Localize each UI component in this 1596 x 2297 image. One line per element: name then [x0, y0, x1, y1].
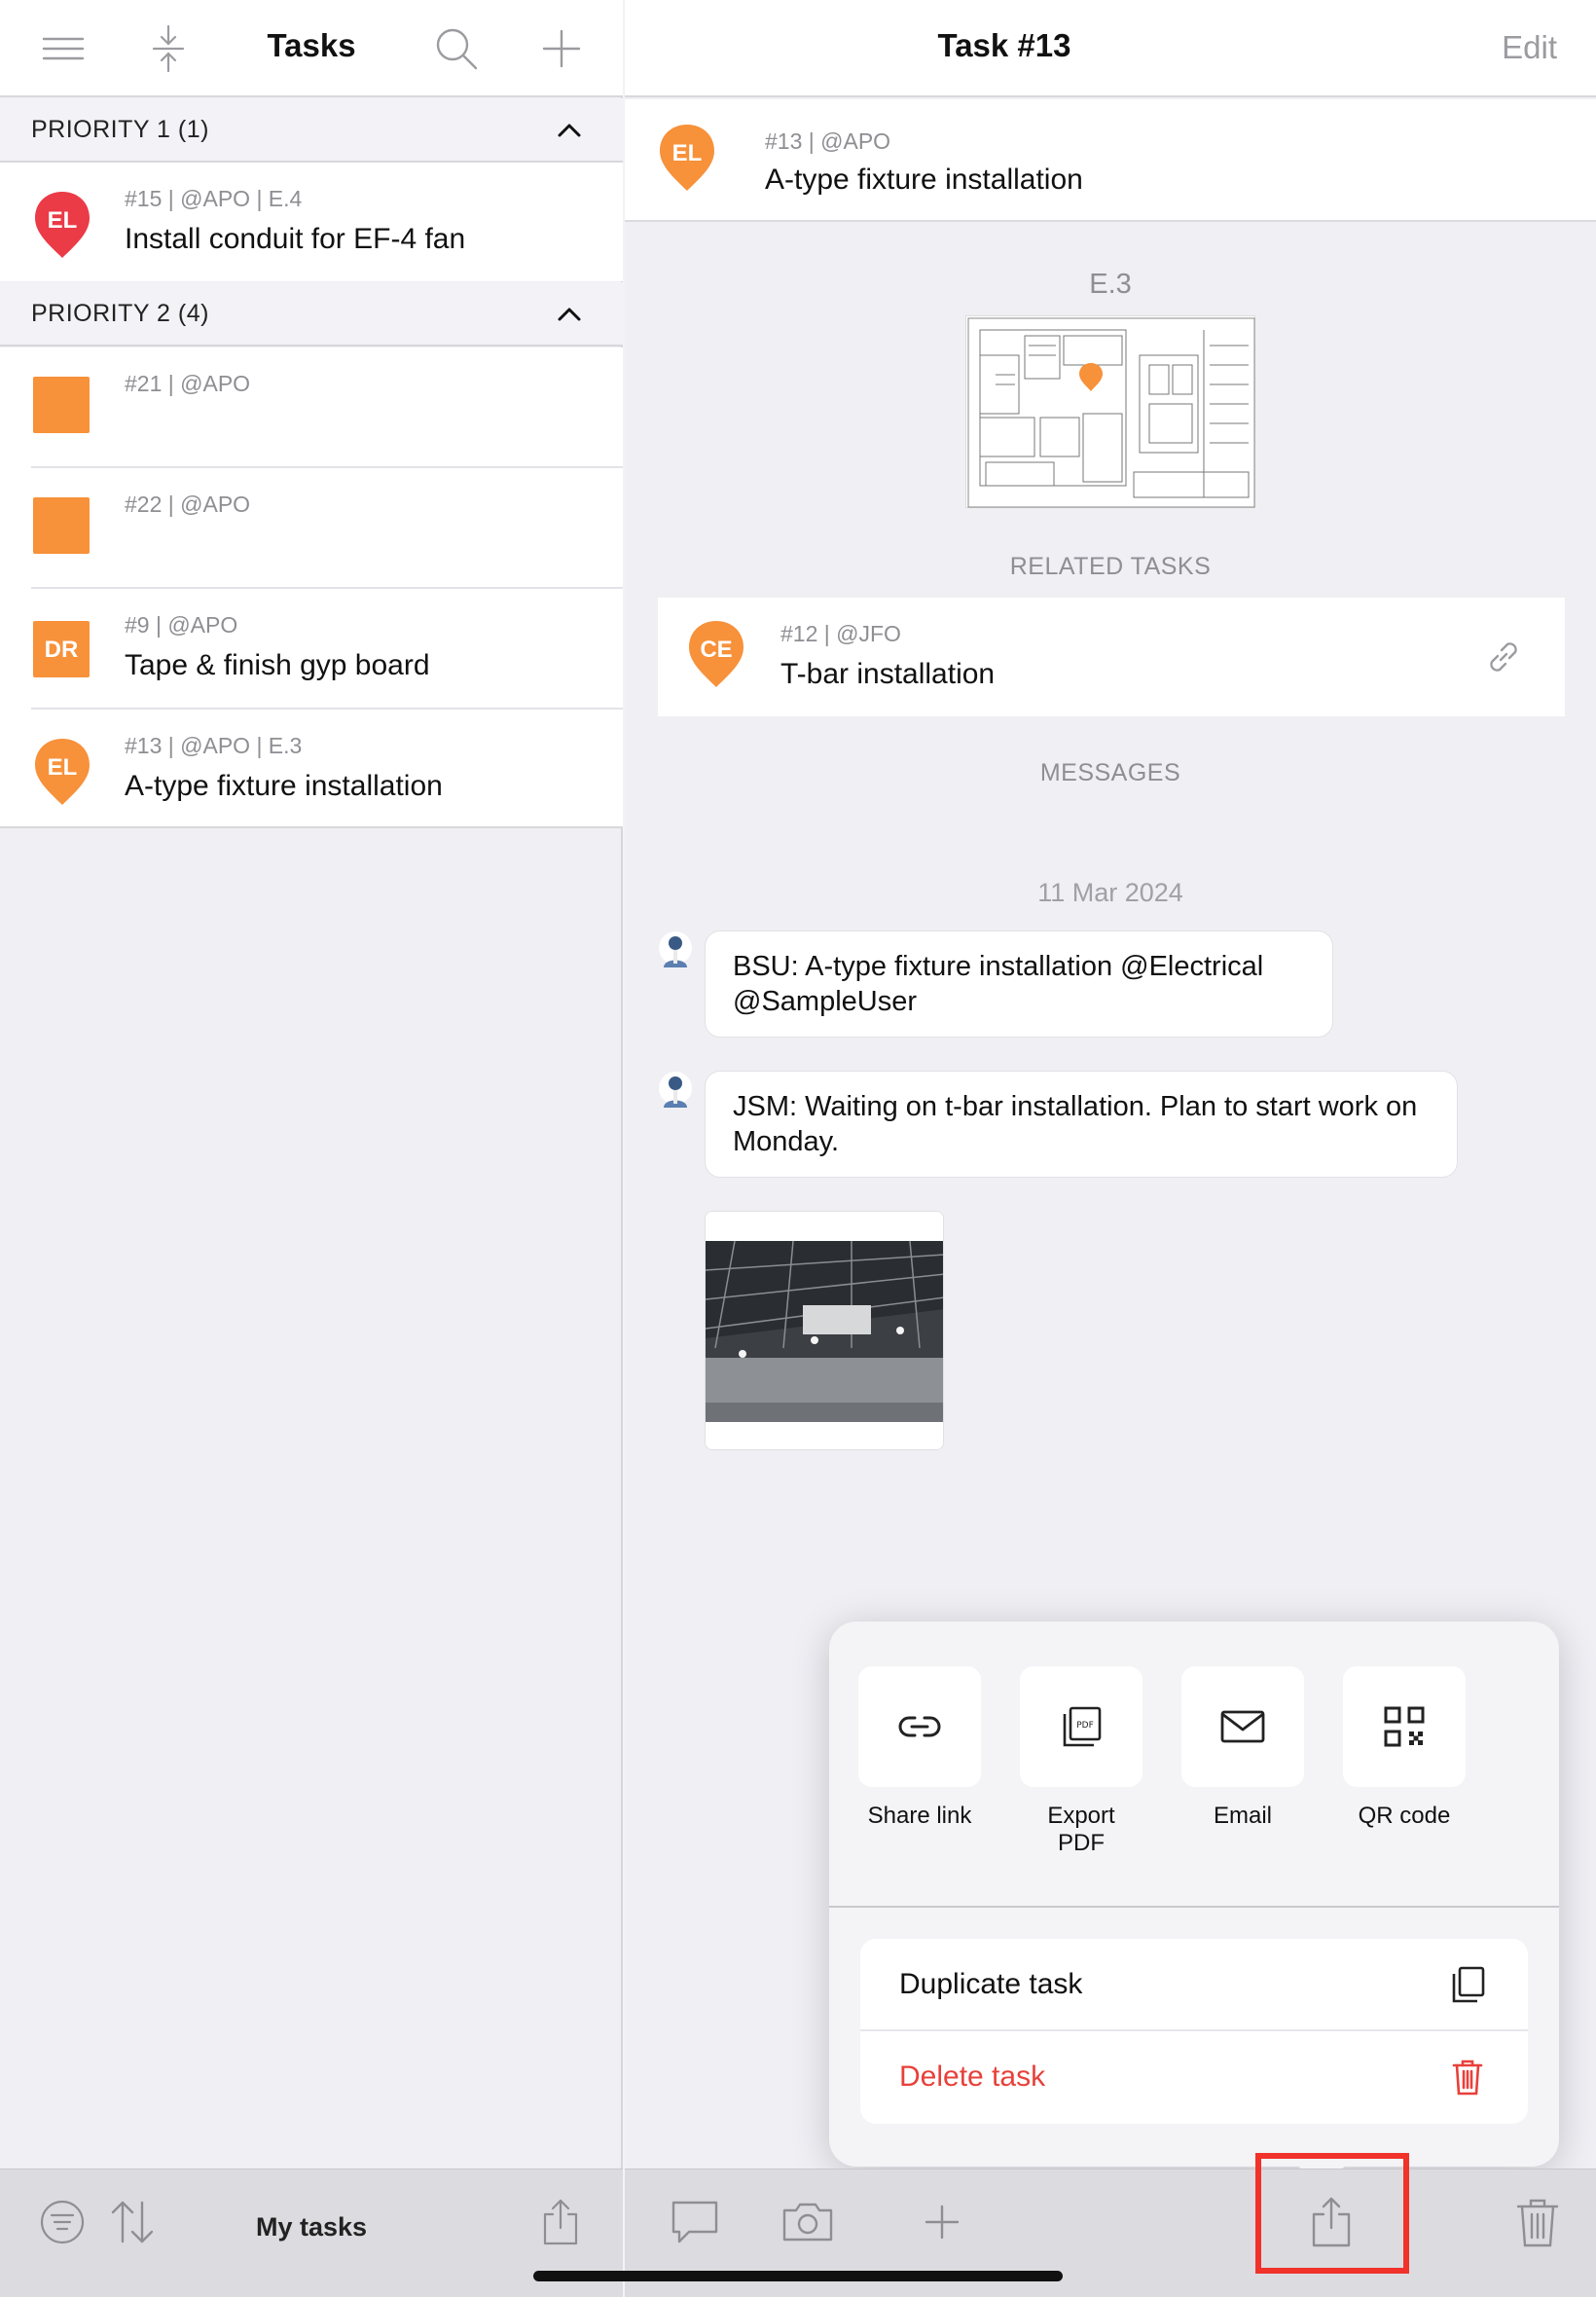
action-label: Email: [1213, 1803, 1272, 1829]
task-name: A-type fixture installation: [125, 770, 443, 802]
delete-task-button[interactable]: Delete task: [860, 2031, 1528, 2124]
plan-sheet-label: E.3: [1089, 269, 1132, 300]
duplicate-icon: [1452, 1966, 1485, 2003]
task-list-pane: Tasks PRIORITY 1 (1) EL #15 | @APO | E.4…: [0, 0, 623, 2297]
messages-header: MESSAGES: [1039, 759, 1181, 786]
qr-code-action[interactable]: QR code: [1343, 1666, 1466, 1830]
related-task-row[interactable]: CE #12 | @JFO T-bar installation: [658, 598, 1565, 716]
edit-button[interactable]: Edit: [1502, 29, 1557, 66]
task-actions-list: Duplicate task Delete task: [860, 1939, 1528, 2124]
square-badge: [33, 377, 90, 433]
task-meta: #15 | @APO | E.4: [125, 186, 303, 211]
message-photo[interactable]: [705, 1211, 944, 1450]
square-badge: DR: [33, 621, 90, 677]
message-bubble[interactable]: BSU: A-type fixture installation @Electr…: [705, 930, 1333, 1038]
plus-icon[interactable]: [537, 24, 586, 73]
home-indicator: [533, 2271, 1063, 2281]
message-date: 11 Mar 2024: [1037, 878, 1183, 907]
chevron-up-icon[interactable]: [555, 300, 584, 329]
task-row-21[interactable]: #21 | @APO: [0, 347, 623, 468]
user-avatar-icon: [659, 1072, 692, 1108]
floor-plan-drawing: [967, 317, 1255, 508]
qr-code-icon: [1384, 1706, 1425, 1747]
task-row-9[interactable]: DR #9 | @APO Tape & finish gyp board: [0, 589, 623, 710]
duplicate-task-button[interactable]: Duplicate task: [860, 1939, 1528, 2031]
badge-label: EL: [47, 207, 78, 234]
message-bubble[interactable]: JSM: Waiting on t-bar installation. Plan…: [705, 1071, 1458, 1178]
action-label: QR code: [1358, 1803, 1451, 1829]
task-list-title: Tasks: [267, 27, 356, 63]
task-meta: #9 | @APO: [125, 612, 238, 638]
collapse-icon[interactable]: [144, 24, 193, 73]
task-name: Install conduit for EF-4 fan: [125, 223, 466, 255]
badge-label: EL: [671, 140, 703, 166]
email-action[interactable]: Email: [1181, 1666, 1304, 1830]
export-pdf-action[interactable]: PDF Export PDF: [1020, 1666, 1143, 1857]
related-tasks-header: RELATED TASKS: [1009, 553, 1212, 580]
menu-icon[interactable]: [39, 24, 88, 73]
comment-icon[interactable]: [668, 2195, 722, 2249]
badge-label: CE: [700, 637, 733, 663]
section-label: PRIORITY 1 (1): [31, 116, 209, 143]
task-name: Tape & finish gyp board: [125, 649, 430, 681]
trash-icon[interactable]: [1510, 2195, 1565, 2249]
task-name[interactable]: A-type fixture installation: [765, 164, 1083, 197]
task-detail-title: Task #13: [937, 27, 1071, 63]
email-icon: [1220, 1710, 1265, 1743]
task-list-header: Tasks: [0, 0, 623, 97]
task-row-15[interactable]: EL #15 | @APO | E.4 Install conduit for …: [0, 163, 623, 281]
share-button-highlight: [1255, 2153, 1409, 2274]
link-icon[interactable]: [1483, 637, 1524, 677]
task-meta: #22 | @APO: [125, 492, 251, 517]
trash-icon: [1452, 2060, 1483, 2096]
badge-label: EL: [47, 754, 78, 781]
plus-icon[interactable]: [915, 2195, 969, 2249]
task-detail-pane: Task #13 Edit EL #13 | @APO A-type fixtu…: [625, 0, 1596, 2297]
floor-plan-thumbnail[interactable]: [965, 315, 1255, 508]
section-label: PRIORITY 2 (4): [31, 300, 209, 327]
sort-icon[interactable]: [107, 2197, 158, 2247]
badge-label: DR: [44, 637, 79, 663]
user-avatar-icon: [659, 931, 692, 967]
square-badge: [33, 497, 90, 554]
search-icon[interactable]: [432, 24, 481, 73]
priority-2-section-header[interactable]: PRIORITY 2 (4): [0, 282, 623, 346]
task-meta: #13 | @APO: [765, 128, 891, 154]
delete-task-label: Delete task: [899, 2060, 1046, 2093]
share-icon[interactable]: [535, 2197, 586, 2247]
priority-1-section-header[interactable]: PRIORITY 1 (1): [0, 98, 623, 163]
action-label: Export PDF: [1047, 1803, 1115, 1856]
action-label: Share link: [867, 1803, 972, 1829]
task-row-13[interactable]: EL #13 | @APO | E.3 A-type fixture insta…: [0, 710, 623, 828]
share-popover: Share link PDF Export PDF Email QR code …: [829, 1622, 1559, 2186]
task-name: T-bar installation: [780, 658, 996, 690]
task-meta: #13 | @APO | E.3: [125, 733, 303, 758]
duplicate-task-label: Duplicate task: [899, 1968, 1083, 2000]
camera-icon[interactable]: [780, 2195, 835, 2249]
ceiling-photo-image: [706, 1212, 943, 1449]
task-row-22[interactable]: #22 | @APO: [0, 468, 623, 589]
my-tasks-filter-label[interactable]: My tasks: [256, 2212, 367, 2242]
share-link-action[interactable]: Share link: [858, 1666, 981, 1830]
svg-text:PDF: PDF: [1076, 1721, 1094, 1731]
task-detail-header: Task #13 Edit: [625, 0, 1596, 97]
task-summary: EL #13 | @APO A-type fixture installatio…: [625, 99, 1596, 222]
task-meta: #12 | @JFO: [780, 621, 901, 646]
chevron-up-icon[interactable]: [555, 116, 584, 145]
task-list-toolbar: My tasks: [0, 2169, 623, 2297]
pdf-icon: PDF: [1063, 1706, 1102, 1747]
task-meta: #21 | @APO: [125, 371, 251, 396]
link-icon: [898, 1716, 941, 1737]
filter-icon[interactable]: [37, 2197, 88, 2247]
